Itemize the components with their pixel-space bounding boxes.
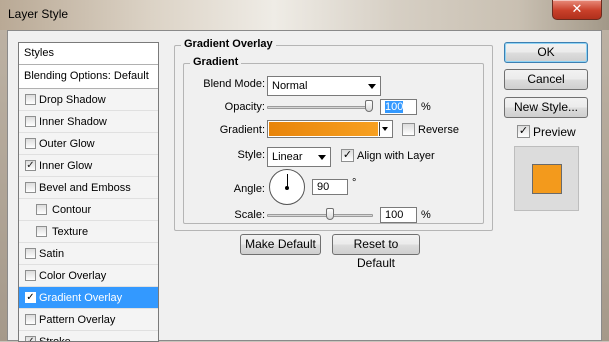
- style-checkbox[interactable]: [25, 248, 36, 259]
- gradient-subgroup-title: Gradient: [190, 56, 242, 68]
- chevron-down-icon: [368, 84, 376, 89]
- reverse-checkbox[interactable]: [402, 123, 415, 136]
- scale-slider-thumb[interactable]: [325, 208, 334, 220]
- blend-mode-label: Blend Mode:: [203, 78, 265, 90]
- style-item-label: Outer Glow: [39, 138, 95, 150]
- style-item-label: Drop Shadow: [39, 94, 106, 106]
- style-item-outer-glow[interactable]: Outer Glow: [19, 133, 158, 155]
- preview-swatch: [532, 164, 562, 194]
- angle-input[interactable]: 90: [312, 179, 348, 195]
- style-checkbox[interactable]: ✓: [25, 292, 36, 303]
- style-item-contour[interactable]: Contour: [19, 199, 158, 221]
- style-item-inner-glow[interactable]: ✓ Inner Glow: [19, 155, 158, 177]
- style-select[interactable]: Linear: [267, 147, 331, 167]
- style-item-gradient-overlay[interactable]: ✓ Gradient Overlay: [19, 287, 158, 309]
- style-item-drop-shadow[interactable]: Drop Shadow: [19, 89, 158, 111]
- reverse-label: Reverse: [418, 124, 459, 136]
- styles-list: Styles Blending Options: Default Drop Sh…: [18, 42, 159, 342]
- style-checkbox[interactable]: [36, 226, 47, 237]
- style-checkbox[interactable]: [25, 182, 36, 193]
- gradient-preview[interactable]: [269, 122, 378, 136]
- title-bar[interactable]: Layer Style ✕: [0, 0, 609, 30]
- blend-mode-select[interactable]: Normal: [267, 76, 381, 96]
- style-item-label: Inner Glow: [39, 160, 93, 172]
- style-item-color-overlay[interactable]: Color Overlay: [19, 265, 158, 287]
- style-item-label: Texture: [52, 226, 89, 238]
- style-label: Style:: [237, 149, 265, 161]
- preview-checkbox[interactable]: ✓: [517, 125, 530, 138]
- style-item-label: Inner Shadow: [39, 116, 107, 128]
- align-with-layer-checkbox[interactable]: ✓: [341, 149, 354, 162]
- style-item-texture[interactable]: Texture: [19, 221, 158, 243]
- style-item-label: Bevel and Emboss: [39, 182, 131, 194]
- align-with-layer-label: Align with Layer: [357, 150, 435, 162]
- dialog-body: Styles Blending Options: Default Drop Sh…: [7, 30, 602, 342]
- angle-dial[interactable]: [269, 169, 305, 205]
- reset-to-default-button[interactable]: Reset to Default: [332, 234, 420, 270]
- style-checkbox[interactable]: [25, 270, 36, 281]
- scale-unit: %: [421, 209, 431, 221]
- style-item-label: Color Overlay: [39, 270, 107, 282]
- close-icon: ✕: [571, 1, 583, 16]
- angle-unit: °: [352, 177, 357, 189]
- style-checkbox[interactable]: [25, 94, 36, 105]
- scale-label: Scale:: [234, 209, 265, 221]
- opacity-unit: %: [421, 101, 431, 113]
- blending-options-item[interactable]: Blending Options: Default: [19, 65, 158, 89]
- scale-slider[interactable]: [267, 214, 373, 217]
- style-checkbox[interactable]: ✓: [25, 336, 36, 341]
- gradient-overlay-title: Gradient Overlay: [181, 38, 276, 50]
- gradient-overlay-group: Gradient Overlay Gradient Blend Mode: No…: [174, 38, 493, 231]
- style-checkbox[interactable]: [25, 314, 36, 325]
- opacity-label: Opacity:: [224, 101, 265, 113]
- gradient-label: Gradient:: [219, 124, 265, 136]
- opacity-input[interactable]: 100: [380, 99, 417, 115]
- window-title: Layer Style: [8, 7, 69, 21]
- make-default-button[interactable]: Make Default: [240, 234, 321, 255]
- gradient-dropdown[interactable]: [379, 122, 391, 136]
- style-item-label: Gradient Overlay: [39, 292, 123, 304]
- styles-header[interactable]: Styles: [19, 43, 158, 65]
- style-item-label: Stroke: [39, 336, 71, 342]
- ok-button[interactable]: OK: [504, 42, 588, 63]
- opacity-slider[interactable]: [267, 106, 373, 109]
- style-checkbox[interactable]: [25, 138, 36, 149]
- style-item-label: Satin: [39, 248, 65, 260]
- scale-input[interactable]: 100: [380, 207, 417, 223]
- opacity-slider-thumb[interactable]: [365, 100, 373, 112]
- style-item-inner-shadow[interactable]: Inner Shadow: [19, 111, 158, 133]
- style-item-pattern-overlay[interactable]: Pattern Overlay: [19, 309, 158, 331]
- style-value: Linear: [272, 151, 303, 163]
- chevron-down-icon: [318, 155, 326, 160]
- style-item-label: Contour: [52, 204, 92, 216]
- window-frame-left: [0, 30, 7, 341]
- chevron-down-icon: [382, 127, 388, 131]
- style-checkbox[interactable]: [36, 204, 47, 215]
- close-button[interactable]: ✕: [552, 0, 602, 20]
- style-checkbox[interactable]: [25, 116, 36, 127]
- window-frame-right: [602, 30, 609, 341]
- style-item-satin[interactable]: Satin: [19, 243, 158, 265]
- style-item-stroke[interactable]: ✓ Stroke: [19, 331, 158, 342]
- angle-label: Angle:: [233, 183, 265, 195]
- gradient-picker[interactable]: [267, 120, 393, 138]
- new-style-button[interactable]: New Style...: [504, 97, 588, 118]
- style-checkbox[interactable]: ✓: [25, 160, 36, 171]
- blend-mode-value: Normal: [272, 80, 308, 92]
- style-preview: [514, 146, 579, 211]
- style-item-bevel-and-emboss[interactable]: Bevel and Emboss: [19, 177, 158, 199]
- style-item-label: Pattern Overlay: [39, 314, 116, 326]
- preview-label: Preview: [533, 125, 576, 139]
- cancel-button[interactable]: Cancel: [504, 69, 588, 90]
